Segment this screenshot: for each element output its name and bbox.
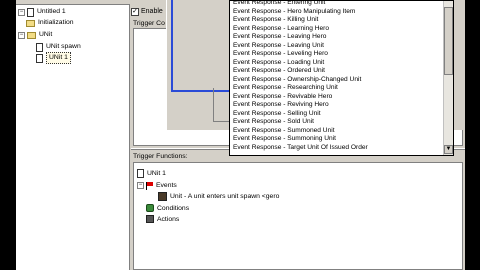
- trigger-icon: [137, 168, 144, 178]
- dropdown-item[interactable]: Event Response - Leveling Hero: [231, 50, 443, 58]
- function-conditions[interactable]: Conditions: [146, 203, 189, 213]
- folder-icon: [26, 19, 35, 27]
- dropdown-item[interactable]: Event Response - Entering Unit: [231, 1, 443, 7]
- function-actions[interactable]: Actions: [146, 214, 179, 224]
- dropdown-item[interactable]: Event Response - Reviving Hero: [231, 101, 443, 109]
- function-actions-label: Actions: [157, 215, 180, 223]
- function-root[interactable]: UNit 1: [137, 168, 166, 178]
- function-event-line-label: Unit - A unit enters unit spawn <gero: [170, 192, 280, 200]
- trigger-functions-label: Trigger Functions:: [133, 153, 188, 160]
- dropdown-item[interactable]: Event Response - Target Unit Of Issued O…: [231, 144, 443, 152]
- tree-item-initialization-label: Initialization: [38, 19, 74, 26]
- scrollbar-thumb[interactable]: [444, 7, 453, 75]
- function-events[interactable]: − Events: [137, 180, 177, 190]
- trigger-icon: [36, 53, 43, 63]
- tree-item-trigger-unit1-label: UNit 1: [46, 52, 71, 64]
- dropdown-item[interactable]: Event Response - Revivable Hero: [231, 93, 443, 101]
- event-flag-icon: [146, 181, 153, 190]
- collapse-icon[interactable]: −: [18, 8, 25, 16]
- tree-item-map[interactable]: − Untitled 1: [18, 7, 66, 17]
- dropdown-item[interactable]: Event Response - Leaving Unit: [231, 42, 443, 50]
- dropdown-item[interactable]: Event Response - Ownership-Changed Unit: [231, 76, 443, 84]
- collapse-icon[interactable]: −: [18, 31, 25, 39]
- tree-item-category[interactable]: − UNit: [18, 30, 52, 40]
- function-event-line[interactable]: Unit - A unit enters unit spawn <gero: [158, 191, 279, 201]
- trigger-functions-box: UNit 1 − Events Unit - A unit enters uni…: [133, 162, 463, 270]
- event-response-dropdown[interactable]: Event Response - Entering Unit Event Resp…: [229, 0, 454, 156]
- trigger-icon: [36, 42, 43, 52]
- dropdown-item[interactable]: Event Response - Killing Unit: [231, 16, 443, 24]
- dropdown-item[interactable]: Event Response - Ordered Unit: [231, 67, 443, 75]
- function-events-label: Events: [156, 181, 177, 189]
- enabled-checkbox[interactable]: ✓: [131, 7, 139, 16]
- tree-item-initialization[interactable]: Initialization: [26, 18, 74, 28]
- enabled-label: Enable: [141, 8, 163, 15]
- scroll-down-icon[interactable]: ▼: [444, 145, 453, 154]
- tree-item-trigger-unit1[interactable]: UNit 1: [36, 52, 71, 64]
- dialog-inner-frame: [171, 0, 233, 92]
- dropdown-item[interactable]: Event Response - Summoning Unit: [231, 135, 443, 143]
- trigger-tree-panel: − Untitled 1 Initialization − UNit UNit …: [16, 0, 130, 270]
- function-conditions-label: Conditions: [157, 204, 190, 212]
- dropdown-item[interactable]: Event Response - Leaving Hero: [231, 33, 443, 41]
- tree-item-trigger-spawn[interactable]: UNit spawn: [36, 42, 81, 52]
- open-folder-icon: [27, 31, 36, 39]
- dropdown-scrollbar[interactable]: ▼: [443, 1, 453, 155]
- tree-item-trigger-spawn-label: UNit spawn: [46, 43, 81, 50]
- dropdown-item[interactable]: Event Response - Hero Manipulating Item: [231, 8, 443, 16]
- actions-icon: [146, 215, 154, 223]
- collapse-icon[interactable]: −: [137, 181, 144, 189]
- tree-toolbar-strip: [16, 0, 130, 5]
- tree-item-category-label: UNit: [39, 31, 53, 38]
- unit-icon: [158, 191, 167, 201]
- dropdown-item[interactable]: Event Response - Researching Unit: [231, 84, 443, 92]
- dropdown-item[interactable]: Event Response - Learning Hero: [231, 25, 443, 33]
- enabled-checkbox-row[interactable]: ✓ Enable: [131, 6, 163, 17]
- dropdown-item[interactable]: Event Response - Loading Unit: [231, 59, 443, 67]
- dropdown-item[interactable]: Event Response - Selling Unit: [231, 110, 443, 118]
- dropdown-item[interactable]: Event Response - Sold Unit: [231, 118, 443, 126]
- conditions-icon: [146, 204, 154, 212]
- editor-window: − Untitled 1 Initialization − UNit UNit …: [16, 0, 465, 270]
- trigger-comment-label: Trigger Co: [133, 20, 165, 27]
- map-icon: [27, 7, 34, 17]
- function-root-label: UNit 1: [147, 169, 166, 177]
- dropdown-item[interactable]: Event Response - Summoned Unit: [231, 127, 443, 135]
- tree-item-map-label: Untitled 1: [37, 8, 66, 15]
